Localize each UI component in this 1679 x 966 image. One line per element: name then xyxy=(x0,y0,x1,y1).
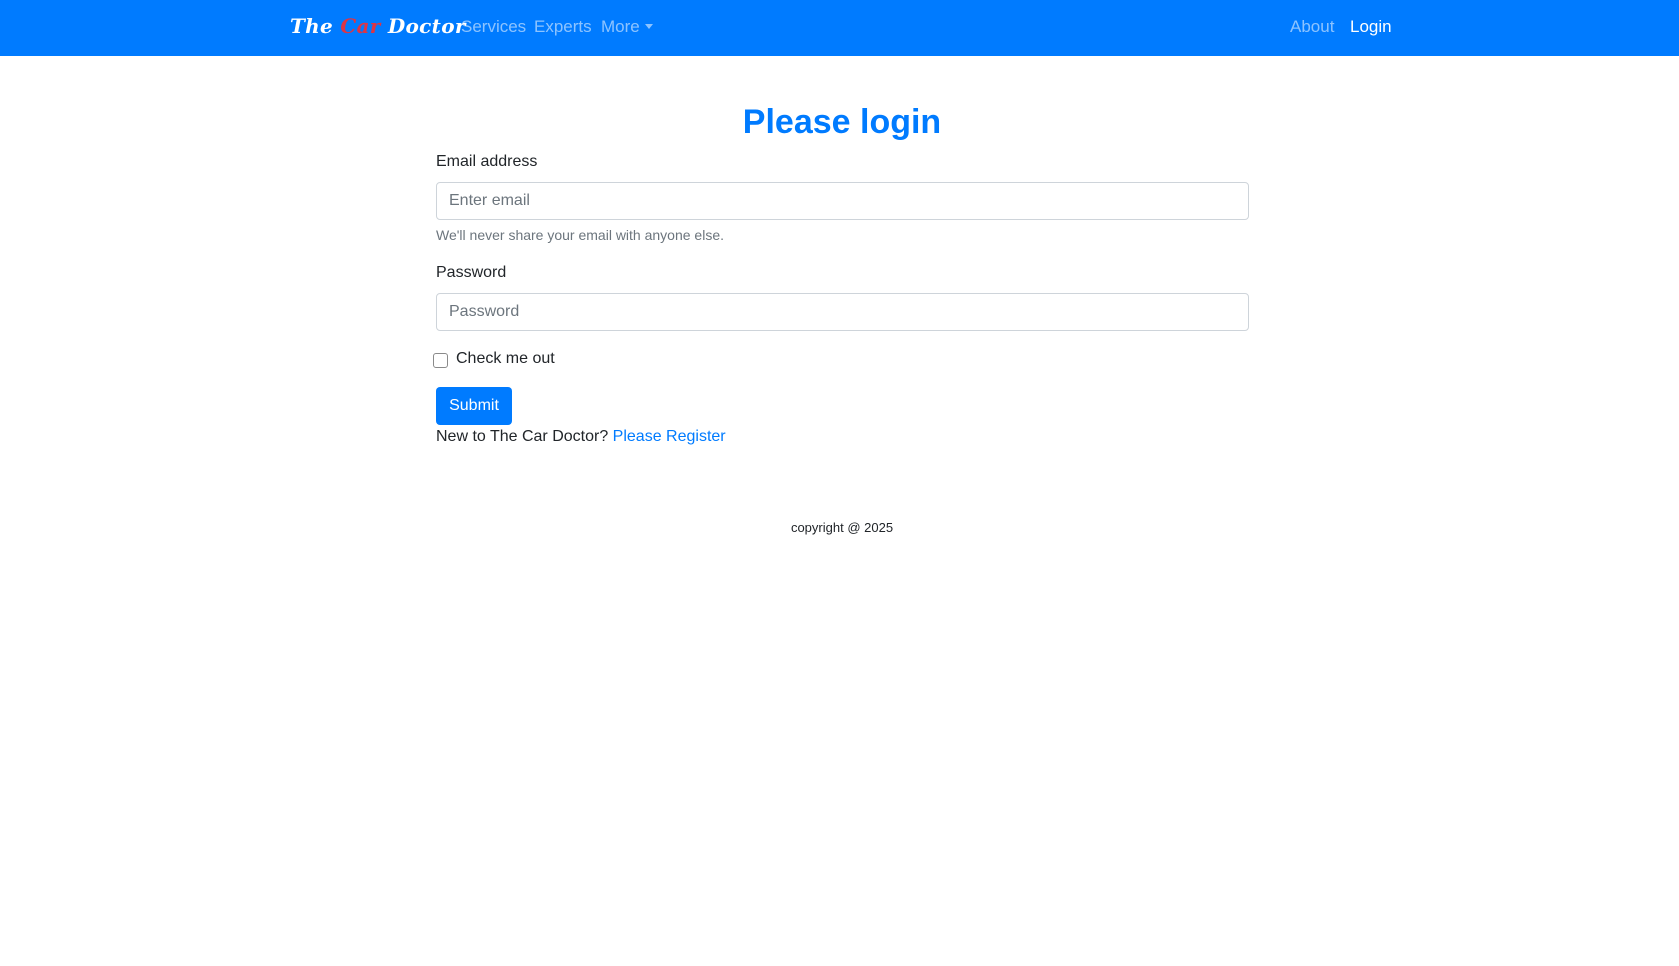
email-field[interactable] xyxy=(436,182,1249,220)
nav-login-link[interactable]: Login xyxy=(1350,17,1392,37)
chevron-down-icon xyxy=(644,24,653,29)
footer-copyright: copyright @ 2025 xyxy=(790,520,894,535)
nav-more-label: More xyxy=(601,17,640,36)
brand-text-doctor: Doctor xyxy=(380,14,466,38)
top-navbar: The Car Doctor Services Experts More Abo… xyxy=(0,0,1679,56)
brand-text-the: The xyxy=(290,14,341,38)
nav-more-dropdown[interactable]: More xyxy=(601,17,653,37)
password-field[interactable] xyxy=(436,293,1249,331)
nav-about-link[interactable]: About xyxy=(1290,17,1334,37)
email-label: Email address xyxy=(436,153,538,170)
page-title: Please login xyxy=(742,103,942,141)
register-link[interactable]: Please Register xyxy=(613,428,726,445)
brand-logo[interactable]: The Car Doctor xyxy=(290,14,466,42)
brand-text-car: Car xyxy=(340,14,381,38)
register-prompt-text: New to The Car Doctor? xyxy=(436,428,609,445)
submit-button[interactable]: Submit xyxy=(436,387,512,425)
check-me-out-label[interactable]: Check me out xyxy=(456,350,555,368)
email-help-text: We'll never share your email with anyone… xyxy=(436,227,724,243)
nav-experts-link[interactable]: Experts xyxy=(534,17,592,37)
nav-services-link[interactable]: Services xyxy=(461,17,526,37)
register-prompt: New to The Car Doctor? Please Register xyxy=(436,428,726,446)
password-label: Password xyxy=(436,264,507,281)
check-me-out-checkbox[interactable] xyxy=(433,353,448,368)
